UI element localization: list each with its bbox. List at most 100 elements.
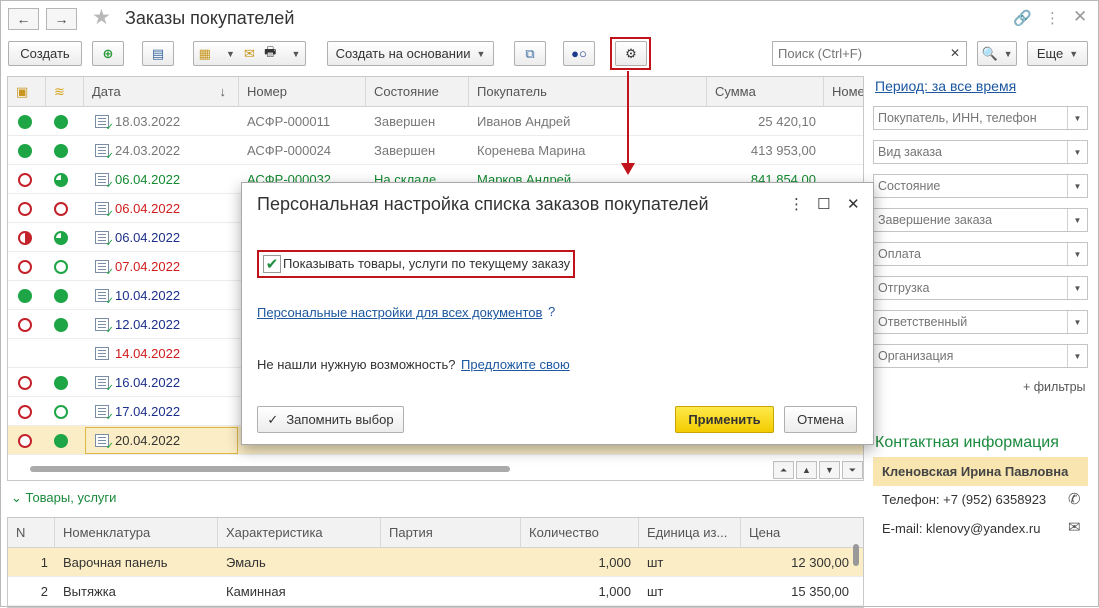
goods-header-n[interactable]: N [8,518,55,548]
goods-header-price[interactable]: Цена [741,518,863,548]
chevron-down-icon[interactable]: ▼ [1067,243,1087,265]
search-input[interactable] [776,42,946,64]
header-number-2[interactable]: Номе [824,77,863,107]
clear-search-icon[interactable]: ✕ [950,46,960,60]
mail-icon[interactable]: ✉ [1068,518,1081,536]
filter-input[interactable] [876,209,1066,231]
add-filter-button[interactable]: + фильтры [1023,380,1086,394]
chevron-down-icon: ▼ [1003,48,1013,59]
all-docs-settings-link[interactable]: Персональные настройки для всех документ… [257,305,542,320]
goods-header-char[interactable]: Характеристика [218,518,381,548]
favorite-star-icon[interactable]: ★ [92,5,111,30]
show-goods-label[interactable]: Показывать товары, услуги по текущему за… [283,256,570,271]
filter-field[interactable]: ▼ [873,208,1088,232]
suggest-link[interactable]: Предложите свою [461,357,570,372]
phone-icon[interactable]: ✆ [1068,490,1081,508]
goods-section-toggle[interactable]: ⌄ Товары, услуги [11,490,116,506]
chevron-down-icon[interactable]: ▼ [1067,311,1087,333]
header-number[interactable]: Номер [239,77,366,107]
last-page-icon[interactable]: ⏷ [842,461,863,479]
chevron-down-icon[interactable]: ▼ [1067,141,1087,163]
create-copy-button[interactable]: ⊕ [92,41,124,66]
filter-field[interactable]: ▼ [873,276,1088,300]
remember-label: Запомнить выбор [286,412,394,427]
filter-field[interactable]: ▼ [873,310,1088,334]
filter-input[interactable] [876,107,1066,129]
scroll-thumb[interactable] [853,544,859,566]
create-button[interactable]: Создать [8,41,82,66]
document-icon [95,318,114,336]
more-menu-icon[interactable]: ⋮ [1045,9,1060,27]
add-list-button[interactable]: ▤ [142,41,174,66]
search-field[interactable]: ✕ [772,41,967,66]
table-row[interactable]: 24.03.2022 АСФР-000024 Завершен Коренева Ма… [8,136,863,165]
apply-button[interactable]: Применить [675,406,774,433]
chevron-down-icon[interactable]: ▼ [1067,345,1087,367]
chevron-down-icon[interactable]: ▼ [1067,209,1087,231]
filter-field[interactable]: ▼ [873,140,1088,164]
chevron-down-icon[interactable]: ▼ [1067,175,1087,197]
more-button[interactable]: Еще ▼ [1027,41,1088,66]
header-date[interactable]: Дата ↓ [84,77,239,107]
close-icon[interactable]: ✕ [847,195,860,213]
scroll-thumb[interactable] [30,466,510,472]
help-icon[interactable]: ? [548,304,555,319]
filter-input[interactable] [876,345,1066,367]
mail-icon[interactable]: ✉ [244,46,255,62]
show-goods-checkbox[interactable]: ✔ [263,255,281,273]
dialog-more-icon[interactable]: ⋮ [789,195,804,213]
filter-field[interactable]: ▼ [873,174,1088,198]
search-options-button[interactable]: 🔍 ▼ [977,41,1017,66]
period-link[interactable]: Период: за все время [875,78,1016,94]
chevron-down-icon[interactable]: ▼ [1067,107,1087,129]
cell-date: 06.04.2022 [115,201,181,216]
goods-header-qty[interactable]: Количество [521,518,639,548]
filter-input[interactable] [876,311,1066,333]
vertical-scrollbar[interactable] [852,544,860,606]
structure-button[interactable]: ⧉ [514,41,546,66]
filter-input[interactable] [876,243,1066,265]
cancel-button[interactable]: Отмена [784,406,857,433]
create-based-on-button[interactable]: Создать на основании ▼ [327,41,494,66]
table-row[interactable]: 18.03.2022 АСФР-000011 Завершен Иванов Андр… [8,107,863,136]
link-icon[interactable]: 🔗 [1013,9,1032,27]
goods-header-batch[interactable]: Партия [381,518,521,548]
payment-status-icon [18,289,32,303]
header-state[interactable]: Состояние [366,77,469,107]
maximize-icon[interactable]: ☐ [817,195,830,213]
print-toolbar-group[interactable]: ▦ ▼ ✉ 🖶 ▼ [193,41,306,66]
cell-batch [389,548,519,577]
first-page-icon[interactable]: ⏶ [773,461,794,479]
connect-button[interactable]: ●○ [563,41,595,66]
window-title: Заказы покупателей [125,8,295,28]
close-icon[interactable]: ✕ [1073,7,1087,27]
filter-input[interactable] [876,277,1066,299]
page-up-icon[interactable]: ▲ [796,461,817,479]
shipment-status-icon [54,202,68,216]
filter-input[interactable] [876,175,1066,197]
table-row[interactable]: 2 Вытяжка Каминная 1,000 шт 15 350,00 [8,577,863,606]
filter-input[interactable] [876,141,1066,163]
annotation-arrow-line [627,71,629,166]
filter-field[interactable]: ▼ [873,242,1088,266]
horizontal-scrollbar[interactable] [16,464,746,474]
report-icon[interactable]: ▦ [199,46,211,62]
printer-icon[interactable]: 🖶 [264,43,276,65]
chevron-down-icon: ⌄ [11,490,26,505]
remember-choice-button[interactable]: ✓ Запомнить выбор [257,406,404,433]
header-shipment[interactable]: ≋ [46,77,84,107]
goods-header-unit[interactable]: Единица из... [639,518,741,548]
table-row[interactable]: 1 Варочная панель Эмаль 1,000 шт 12 300,00 [8,548,863,577]
filter-field[interactable]: ▼ [873,344,1088,368]
document-icon [95,115,114,133]
back-button[interactable]: ← [8,8,39,30]
header-customer[interactable]: Покупатель [469,77,707,107]
filter-field[interactable]: ▼ [873,106,1088,130]
page-down-icon[interactable]: ▼ [819,461,840,479]
forward-button[interactable]: → [46,8,77,30]
header-sum[interactable]: Сумма [707,77,824,107]
payment-status-icon [18,173,32,187]
chevron-down-icon[interactable]: ▼ [1067,277,1087,299]
goods-header-item[interactable]: Номенклатура [55,518,218,548]
header-payment[interactable]: ▣ [8,77,46,107]
